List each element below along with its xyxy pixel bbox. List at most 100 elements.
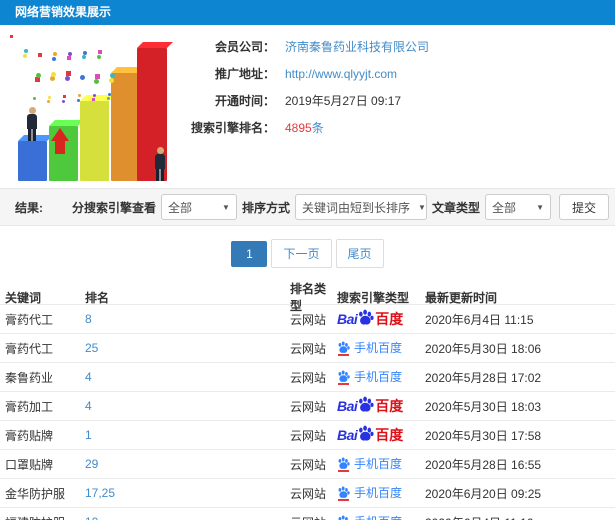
rank-type-cell: 云网站: [290, 312, 327, 327]
keyword-cell: 膏药贴牌: [5, 428, 54, 443]
filter-bar: 结果: 分搜索引擎查看 全部 ▼ 排序方式 关键词由短到长排序 ▼ 文章类型 全…: [0, 188, 615, 226]
rank-link[interactable]: 25: [85, 341, 290, 355]
results-table: 关键词 排名 排名类型 搜索引擎类型 最新更新时间 膏药代工 8 云网站 Bai 百度 2…: [0, 280, 615, 520]
column-header-1: 排名: [85, 290, 110, 305]
rank-type-cell: 云网站: [290, 428, 327, 443]
table-row: 口罩贴牌 29 云网站 手机百度 2020年5月28日 16:55: [0, 450, 615, 479]
filter-group: 文章类型 全部 ▼: [427, 194, 551, 220]
filter-label: 排序方式: [241, 200, 290, 215]
submit-button[interactable]: 提交: [558, 194, 609, 220]
info-label: 推广地址：: [214, 67, 275, 81]
rank-link[interactable]: 4: [85, 399, 290, 413]
rank-link[interactable]: 1: [85, 428, 290, 442]
mobile-baidu-paw-icon: [337, 515, 350, 520]
info-value[interactable]: 济南秦鲁药业科技有限公司: [285, 38, 429, 55]
table-row: 金华防护服 17,25 云网站 手机百度 2020年6月20日 09:25: [0, 479, 615, 508]
page-title: 网络营销效果展示: [15, 5, 112, 19]
info-value[interactable]: http://www.qlyyjt.com: [285, 67, 397, 81]
filter-select[interactable]: 全部 ▼: [484, 194, 551, 220]
column-header-3: 搜索引擎类型: [337, 290, 410, 305]
rank-count: 4895: [285, 121, 312, 135]
mobile-baidu-paw-icon: [337, 486, 350, 501]
date-cell: 2020年5月28日 16:55: [425, 457, 542, 472]
businessman-figure-left: [24, 107, 40, 141]
pagination: 1 下一页 尾页: [0, 226, 615, 280]
engine-cell: Bai 百度: [337, 309, 425, 329]
date-cell: 2020年5月30日 17:58: [425, 428, 542, 443]
table-row: 秦鲁药业 4 云网站 手机百度 2020年5月28日 17:02: [0, 363, 615, 392]
chart-bar-yellow: [80, 101, 109, 181]
info-label: 搜索引擎排名：: [190, 121, 275, 135]
mobile-baidu-label: 手机百度: [354, 486, 403, 500]
engine-cell: 手机百度: [337, 484, 425, 502]
info-row: 会员公司： 济南秦鲁药业科技有限公司: [180, 33, 429, 60]
engine-cell: Bai 百度: [337, 396, 425, 416]
chart-bar-blue: [18, 141, 47, 181]
company-info: 会员公司： 济南秦鲁药业科技有限公司 推广地址： http://www.qlyy…: [180, 33, 429, 141]
rank-type-cell: 云网站: [290, 341, 327, 356]
keyword-cell: 膏药代工: [5, 341, 54, 356]
rank-type-cell: 云网站: [290, 399, 327, 414]
mobile-baidu-badge: 手机百度: [337, 513, 402, 520]
engine-cell: 手机百度: [337, 368, 425, 386]
baidu-logo: Bai 百度: [337, 396, 404, 416]
selected-value: 关键词由短到长排序: [301, 200, 410, 215]
info-row: 推广地址： http://www.qlyyjt.com: [180, 60, 429, 87]
mobile-baidu-badge: 手机百度: [337, 339, 402, 356]
info-label: 会员公司：: [214, 40, 275, 54]
filter-controls: 分搜索引擎查看 全部 ▼ 排序方式 关键词由短到长排序 ▼ 文章类型 全部 ▼ …: [67, 194, 609, 220]
mobile-baidu-badge: 手机百度: [337, 484, 402, 501]
filter-select[interactable]: 全部 ▼: [160, 194, 237, 220]
date-cell: 2020年6月20日 09:25: [425, 486, 542, 501]
mobile-baidu-badge: 手机百度: [337, 455, 402, 472]
rank-type-cell: 云网站: [290, 514, 337, 520]
summary-section: 会员公司： 济南秦鲁药业科技有限公司 推广地址： http://www.qlyy…: [0, 25, 615, 188]
info-value: 2019年5月27日 09:17: [285, 94, 402, 108]
table-row: 膏药加工 4 云网站 Bai 百度 2020年5月30日 18:03: [0, 392, 615, 421]
businessman-figure-right: [152, 147, 168, 181]
page-link[interactable]: 尾页: [335, 239, 384, 268]
engine-cell: Bai 百度: [337, 425, 425, 445]
rank-type-cell: 云网站: [290, 486, 327, 501]
rank-link[interactable]: 17,25: [85, 486, 290, 500]
rank-count-unit[interactable]: 条: [312, 121, 324, 135]
filter-group: 排序方式 关键词由短到长排序 ▼: [237, 194, 427, 220]
baidu-logo: Bai 百度: [337, 309, 404, 329]
table-row: 膏药代工 25 云网站 手机百度 2020年5月30日 18:06: [0, 334, 615, 363]
table-row: 福建防护服 10 云网站 手机百度 2020年6月4日 11:10: [0, 508, 615, 520]
filter-group: 分搜索引擎查看 全部 ▼: [67, 194, 237, 220]
keyword-cell: 金华防护服: [5, 486, 66, 501]
rank-link[interactable]: 10: [85, 515, 290, 520]
marketing-report-page: 网络营销效果展示 会员公司： 济南秦鲁药业科技有限公司 推广地址： http:/…: [0, 0, 615, 520]
page-link[interactable]: 下一页: [271, 239, 332, 268]
baidu-paw-icon: [357, 396, 374, 416]
bar-chart-graphic: [4, 33, 176, 183]
baidu-logo: Bai 百度: [337, 425, 404, 443]
selected-value: 全部: [167, 200, 192, 215]
mobile-baidu-label: 手机百度: [354, 513, 402, 520]
chart-bar-orange: [111, 73, 140, 181]
rank-type-cell: 云网站: [290, 457, 327, 472]
page-current[interactable]: 1: [231, 241, 268, 267]
engine-cell: 手机百度: [337, 339, 425, 357]
engine-cell: 手机百度: [337, 455, 425, 473]
date-cell: 2020年5月28日 17:02: [425, 370, 542, 385]
info-value: 4895条: [285, 119, 324, 136]
rank-link[interactable]: 8: [85, 312, 290, 326]
up-arrow-icon: [51, 128, 69, 154]
info-row: 搜索引擎排名： 4895条: [180, 114, 429, 141]
info-row: 开通时间： 2019年5月27日 09:17: [180, 87, 429, 114]
mobile-baidu-badge: 手机百度: [337, 368, 402, 385]
date-cell: 2020年6月4日 11:15: [425, 312, 534, 327]
filter-select[interactable]: 关键词由短到长排序 ▼: [294, 194, 427, 220]
mobile-baidu-label: 手机百度: [354, 341, 403, 355]
column-header-2: 排名类型: [290, 282, 327, 313]
baidu-paw-icon: [357, 309, 374, 329]
chevron-down-icon: ▼: [222, 202, 230, 212]
mobile-baidu-paw-icon: [337, 370, 350, 385]
mobile-baidu-paw-icon: [337, 341, 350, 356]
mobile-baidu-label: 手机百度: [354, 457, 403, 471]
rank-link[interactable]: 29: [85, 457, 290, 471]
date-cell: 2020年6月4日 11:10: [425, 514, 615, 520]
rank-link[interactable]: 4: [85, 370, 290, 384]
